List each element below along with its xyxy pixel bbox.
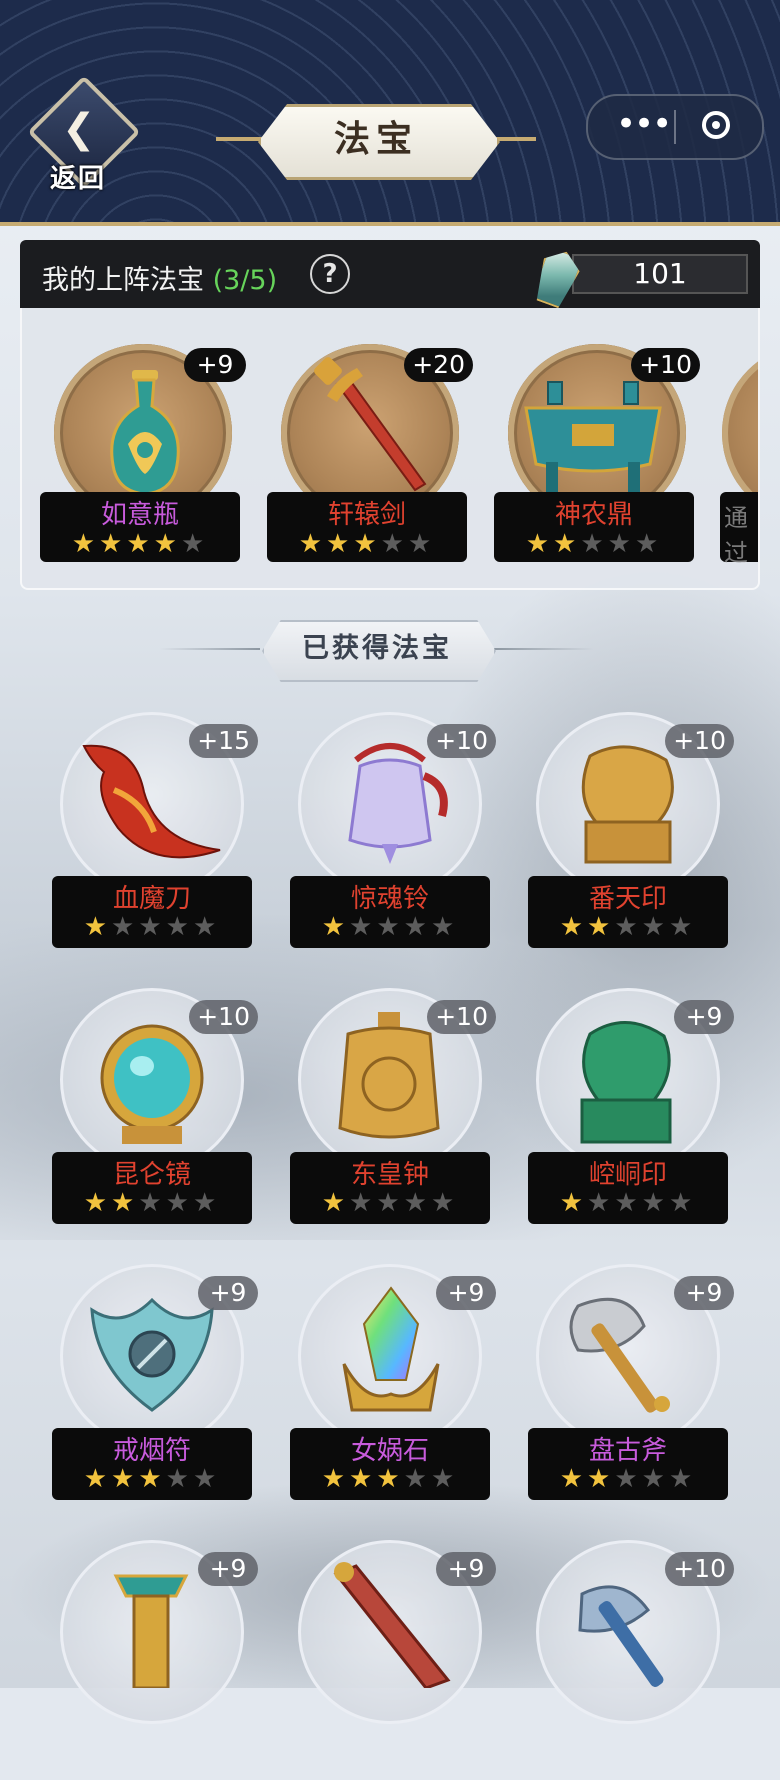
item-name: 血魔刀 bbox=[112, 884, 191, 914]
item-level: +20 bbox=[404, 348, 473, 382]
vase-icon bbox=[110, 370, 180, 496]
owned-item[interactable]: +9 戒烟符 ★★★★★ bbox=[52, 1264, 258, 1504]
owned-section-title: 已获得法宝 bbox=[302, 633, 452, 664]
item-name: 戒烟符 bbox=[112, 1436, 191, 1466]
talisman-icon bbox=[90, 1297, 214, 1412]
item-level: +10 bbox=[189, 1000, 258, 1034]
owned-item[interactable]: +9 bbox=[290, 1540, 496, 1780]
item-name: 番天印 bbox=[588, 884, 667, 914]
item-level: +10 bbox=[427, 724, 496, 758]
owned-item[interactable]: +10 东皇钟 ★★★★★ bbox=[290, 988, 496, 1228]
item-level: +9 bbox=[436, 1276, 496, 1310]
item-name: 盘古斧 bbox=[588, 1436, 667, 1466]
item-stars: ★★★★★ bbox=[559, 1464, 697, 1494]
item-name: 昆仑镜 bbox=[112, 1160, 191, 1190]
item-stars: ★★★★★ bbox=[321, 1464, 459, 1494]
item-level: +10 bbox=[631, 348, 700, 382]
item-name: 东皇钟 bbox=[350, 1160, 429, 1190]
mini-program-capsule: ••• bbox=[586, 94, 764, 160]
deployed-title-text: 我的上阵法宝 bbox=[42, 265, 204, 296]
deployed-item[interactable]: +9 如意瓶 ★★★★★ bbox=[40, 332, 248, 562]
owned-item[interactable]: +10 昆仑镜 ★★★★★ bbox=[52, 988, 258, 1228]
item-name: 如意瓶 bbox=[100, 500, 179, 530]
item-name: 神农鼎 bbox=[554, 500, 633, 530]
owned-section-header: 已获得法宝 bbox=[0, 614, 780, 684]
cauldron-icon bbox=[524, 381, 662, 492]
crystal-icon bbox=[342, 1286, 440, 1412]
item-level: +9 bbox=[198, 1276, 258, 1310]
item-level: +9 bbox=[674, 1000, 734, 1034]
page-title: 法宝 bbox=[333, 118, 418, 160]
item-name: 女娲石 bbox=[350, 1436, 429, 1466]
owned-item[interactable]: +10 惊魂铃 ★★★★★ bbox=[290, 712, 496, 952]
item-stars: ★★★★★ bbox=[83, 1188, 221, 1218]
close-target-icon[interactable] bbox=[702, 111, 730, 139]
axe-icon bbox=[569, 1297, 670, 1413]
item-level: +10 bbox=[665, 1552, 734, 1586]
back-button[interactable]: ❮ 返回 bbox=[27, 75, 141, 194]
owned-item[interactable]: +9 bbox=[52, 1540, 258, 1780]
item-stars: ★★★★★ bbox=[559, 1188, 697, 1218]
bell-icon bbox=[348, 743, 448, 864]
item-level: +9 bbox=[184, 348, 246, 382]
item-stars: ★★★★★ bbox=[321, 1188, 459, 1218]
currency-field: 101 bbox=[572, 254, 748, 294]
deployed-title: 我的上阵法宝 (3/5) bbox=[42, 258, 277, 297]
capsule-divider bbox=[674, 110, 676, 144]
help-icon[interactable]: ? bbox=[310, 254, 350, 294]
item-level: +9 bbox=[674, 1276, 734, 1310]
item-level: +9 bbox=[198, 1552, 258, 1586]
deployed-item[interactable]: +10 神农鼎 ★★★★★ bbox=[494, 332, 702, 562]
back-label: 返回 bbox=[50, 164, 107, 194]
item-name: 崆峒印 bbox=[588, 1160, 667, 1190]
owned-item[interactable]: +15 血魔刀 ★★★★★ bbox=[52, 712, 258, 952]
seal-icon bbox=[581, 745, 674, 864]
item-stars: ★★★★★ bbox=[83, 912, 221, 942]
deployed-panel: +9 如意瓶 ★★★★★ +20 轩辕剑 ★★★★★ +10 神农鼎 ★★★★★ bbox=[20, 308, 760, 590]
deployed-header-bar: 我的上阵法宝 (3/5) ? 101 bbox=[20, 240, 760, 308]
item-level: +9 bbox=[436, 1552, 496, 1586]
more-menu-icon[interactable]: ••• bbox=[616, 106, 672, 142]
item-stars: ★★★★★ bbox=[298, 529, 436, 559]
owned-item[interactable]: +9 女娲石 ★★★★★ bbox=[290, 1264, 496, 1504]
item-stars: ★★★★★ bbox=[321, 912, 459, 942]
deployed-count: (3/5) bbox=[212, 265, 278, 296]
item-stars: ★★★★★ bbox=[71, 529, 209, 559]
item-name: 惊魂铃 bbox=[350, 884, 429, 914]
deployed-item[interactable]: +20 轩辕剑 ★★★★★ bbox=[267, 332, 475, 562]
top-header: ❮ 返回 法宝 ••• bbox=[0, 0, 780, 226]
item-level: +15 bbox=[189, 724, 258, 758]
tower-icon bbox=[113, 1574, 189, 1688]
back-arrow-icon: ❮ bbox=[62, 106, 96, 152]
item-stars: ★★★★★ bbox=[83, 1464, 221, 1494]
item-name: 通过 bbox=[724, 504, 748, 567]
owned-item[interactable]: +9 崆峒印 ★★★★★ bbox=[528, 988, 734, 1228]
item-level: +10 bbox=[427, 1000, 496, 1034]
item-name: 轩辕剑 bbox=[327, 500, 406, 530]
item-stars: ★★★★★ bbox=[559, 912, 697, 942]
owned-item[interactable]: +10 bbox=[528, 1540, 734, 1780]
jade-seal-icon bbox=[580, 1021, 672, 1144]
lute-icon bbox=[333, 1562, 451, 1688]
item-level: +10 bbox=[665, 724, 734, 758]
owned-item[interactable]: +10 番天印 ★★★★★ bbox=[528, 712, 734, 952]
item-stars: ★★★★★ bbox=[525, 529, 663, 559]
page-title-plate: 法宝 bbox=[216, 104, 536, 180]
owned-item[interactable]: +9 盘古斧 ★★★★★ bbox=[528, 1264, 734, 1504]
